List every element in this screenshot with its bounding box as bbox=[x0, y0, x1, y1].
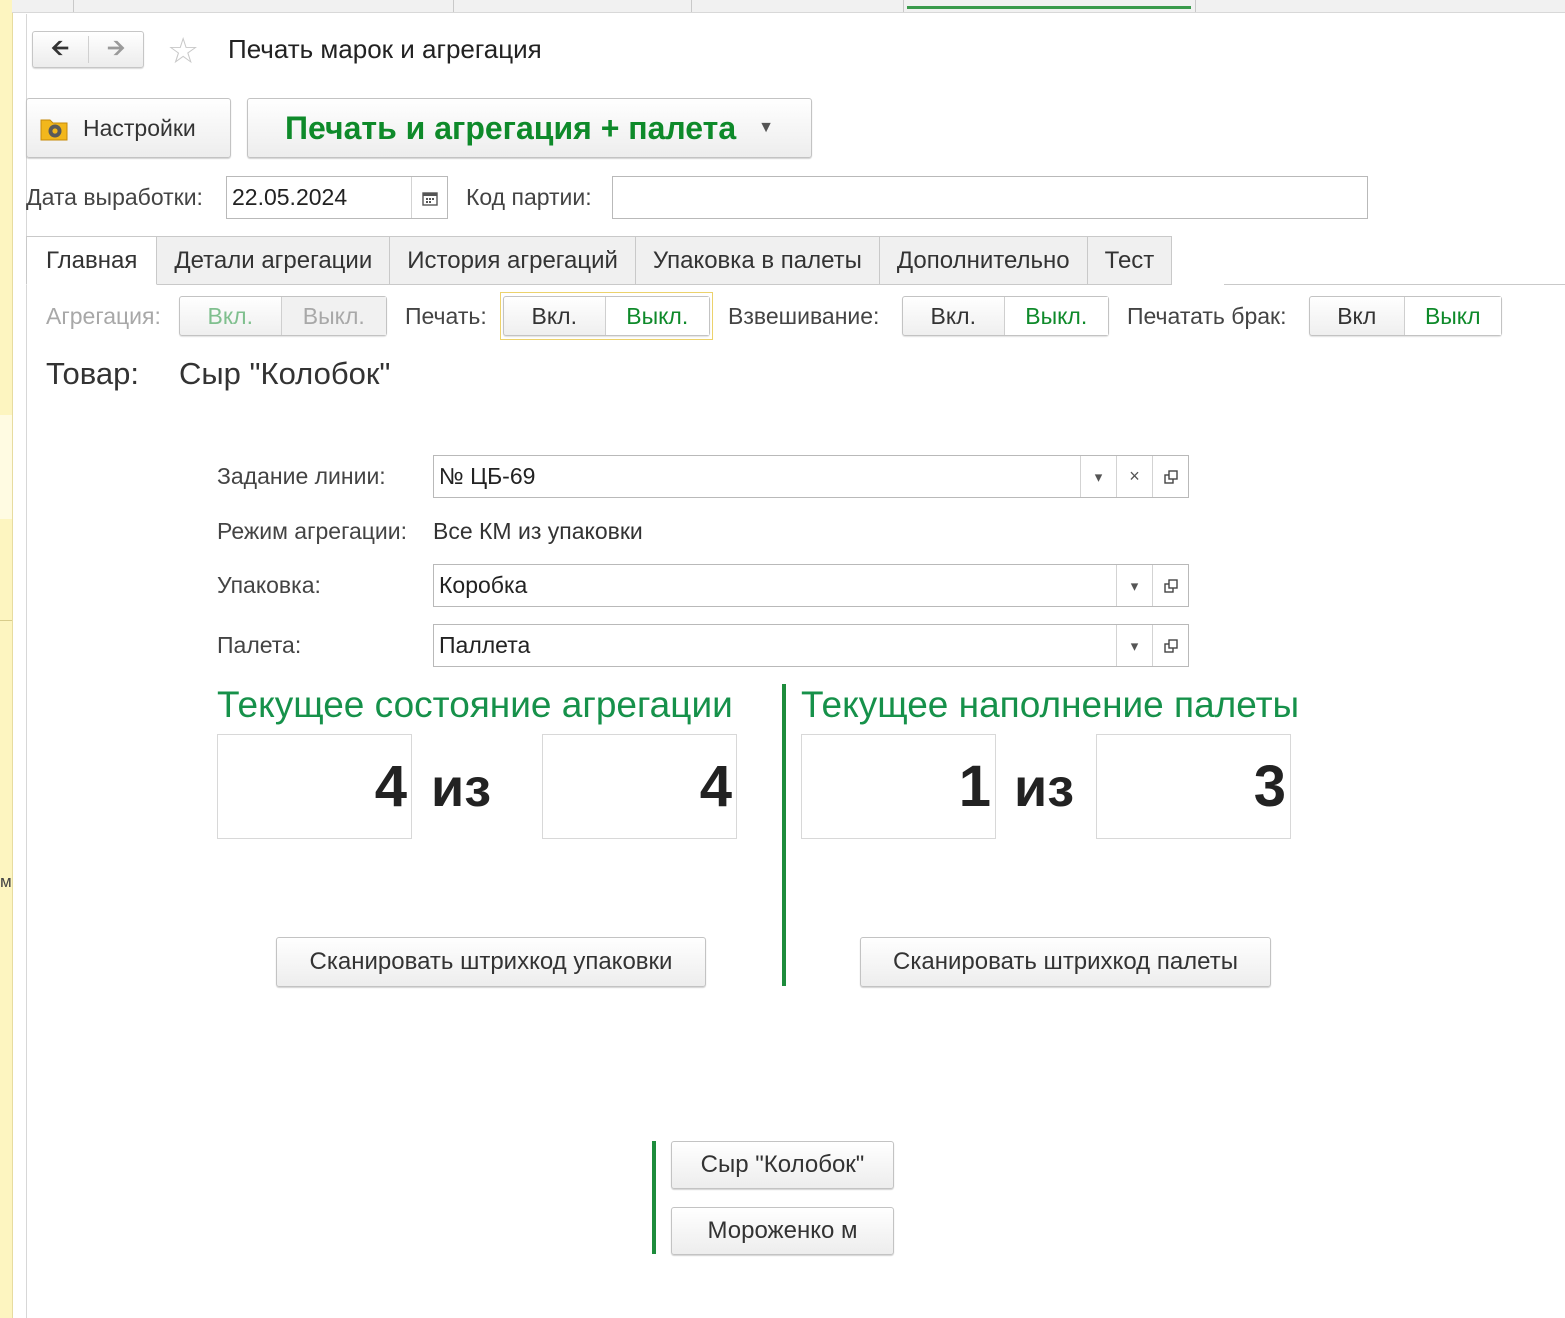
pallet-field[interactable]: Паллета ▾ bbox=[433, 624, 1189, 667]
tab-pallet-packing[interactable]: Упаковка в палеты bbox=[635, 236, 880, 285]
print-defect-on-option[interactable]: Вкл bbox=[1310, 297, 1404, 335]
product-value: Сыр "Колобок" bbox=[179, 356, 391, 391]
aggregation-on-option[interactable]: Вкл. bbox=[180, 297, 281, 335]
left-panel-strip bbox=[0, 0, 13, 1318]
package-value: Коробка bbox=[439, 572, 528, 598]
tab-aggregation-details[interactable]: Детали агрегации bbox=[157, 236, 391, 285]
aggregation-current-count: 4 bbox=[217, 734, 412, 839]
nav-buttons: 🡨 🡪 bbox=[32, 31, 144, 68]
aggregation-toggle-label: Агрегация: bbox=[46, 303, 161, 329]
production-date-label: Дата выработки: bbox=[26, 184, 203, 210]
print-defect-off-option[interactable]: Выкл bbox=[1403, 297, 1501, 335]
settings-button[interactable]: Настройки bbox=[26, 98, 231, 158]
scan-pallet-button[interactable]: Сканировать штрихкод палеты bbox=[860, 937, 1271, 987]
aggregation-of-label: из bbox=[431, 758, 492, 818]
arrow-right-icon: 🡪 bbox=[107, 34, 125, 60]
scan-package-button[interactable]: Сканировать штрихкод упаковки bbox=[276, 937, 706, 987]
print-aggregate-pallet-button[interactable]: Печать и агрегация + палета ▼ bbox=[247, 98, 812, 158]
weighing-off-option[interactable]: Выкл. bbox=[1003, 297, 1108, 335]
product-button-icecream[interactable]: Мороженко м bbox=[671, 1207, 894, 1255]
aggregation-toggle: Вкл. Выкл. bbox=[179, 296, 387, 336]
package-label: Упаковка: bbox=[217, 572, 321, 598]
line-task-value: № ЦБ-69 bbox=[439, 463, 536, 489]
print-on-option[interactable]: Вкл. bbox=[504, 297, 605, 335]
print-aggregate-pallet-label: Печать и агрегация + палета bbox=[285, 109, 737, 146]
open-form-icon[interactable] bbox=[1152, 565, 1188, 606]
line-task-label: Задание линии: bbox=[217, 463, 386, 489]
product-button-cheese[interactable]: Сыр "Колобок" bbox=[671, 1141, 894, 1189]
back-button[interactable]: 🡨 bbox=[33, 32, 87, 67]
print-toggle: Вкл. Выкл. bbox=[503, 296, 710, 336]
open-form-icon[interactable] bbox=[1152, 625, 1188, 666]
aggregation-state-title: Текущее состояние агрегации bbox=[217, 684, 733, 725]
aggregation-off-option[interactable]: Выкл. bbox=[280, 297, 386, 335]
line-task-field[interactable]: № ЦБ-69 ▾ × bbox=[433, 455, 1189, 498]
open-form-icon[interactable] bbox=[1152, 456, 1188, 497]
arrow-left-icon: 🡨 bbox=[51, 34, 69, 60]
dropdown-arrow-icon[interactable]: ▼ bbox=[758, 119, 774, 137]
aggregation-mode-label: Режим агрегации: bbox=[217, 518, 407, 544]
package-field[interactable]: Коробка ▾ bbox=[433, 564, 1189, 607]
aggregation-total-count: 4 bbox=[542, 734, 737, 839]
pallet-current-count: 1 bbox=[801, 734, 996, 839]
weighing-toggle-label: Взвешивание: bbox=[728, 303, 880, 329]
clear-icon[interactable]: × bbox=[1116, 456, 1152, 497]
batch-code-label: Код партии: bbox=[466, 184, 592, 210]
product-buttons-divider bbox=[652, 1141, 656, 1254]
left-panel-text: м bbox=[0, 872, 12, 891]
print-off-option[interactable]: Выкл. bbox=[604, 297, 709, 335]
dropdown-arrow-icon[interactable]: ▾ bbox=[1080, 456, 1116, 497]
aggregation-mode-value: Все КМ из упаковки bbox=[433, 518, 643, 544]
calendar-icon[interactable] bbox=[411, 177, 447, 218]
tab-test[interactable]: Тест bbox=[1087, 236, 1173, 285]
pallet-label: Палета: bbox=[217, 632, 302, 658]
tab-additional[interactable]: Дополнительно bbox=[879, 236, 1088, 285]
folder-gear-icon bbox=[39, 114, 69, 142]
section-divider bbox=[782, 684, 786, 986]
batch-code-input[interactable] bbox=[612, 176, 1368, 219]
tab-baseline bbox=[1224, 284, 1565, 285]
dropdown-arrow-icon[interactable]: ▾ bbox=[1116, 625, 1152, 666]
production-date-field[interactable]: 22.05.2024 bbox=[226, 176, 448, 219]
print-defect-toggle: Вкл Выкл bbox=[1309, 296, 1502, 336]
tab-aggregation-history[interactable]: История агрегаций bbox=[390, 236, 636, 285]
pallet-of-label: из bbox=[1014, 758, 1075, 818]
print-defect-toggle-label: Печатать брак: bbox=[1127, 303, 1287, 329]
pallet-value: Паллета bbox=[439, 632, 531, 658]
settings-label: Настройки bbox=[83, 114, 196, 141]
weighing-toggle: Вкл. Выкл. bbox=[902, 296, 1109, 336]
weighing-on-option[interactable]: Вкл. bbox=[903, 297, 1004, 335]
pallet-total-count: 3 bbox=[1096, 734, 1291, 839]
tab-main[interactable]: Главная bbox=[26, 236, 158, 285]
tab-bar: Главная Детали агрегации История агрегац… bbox=[26, 236, 1173, 285]
open-windows-strip bbox=[12, 0, 1565, 13]
print-toggle-label: Печать: bbox=[405, 303, 487, 329]
page-title: Печать марок и агрегация bbox=[228, 34, 542, 64]
dropdown-arrow-icon[interactable]: ▾ bbox=[1116, 565, 1152, 606]
pallet-state-title: Текущее наполнение палеты bbox=[801, 684, 1300, 725]
production-date-value: 22.05.2024 bbox=[232, 184, 348, 210]
forward-button[interactable]: 🡪 bbox=[89, 32, 143, 67]
active-window-indicator[interactable] bbox=[907, 6, 1191, 9]
favorite-star-icon[interactable]: ☆ bbox=[167, 31, 199, 71]
product-label: Товар: bbox=[46, 356, 139, 391]
